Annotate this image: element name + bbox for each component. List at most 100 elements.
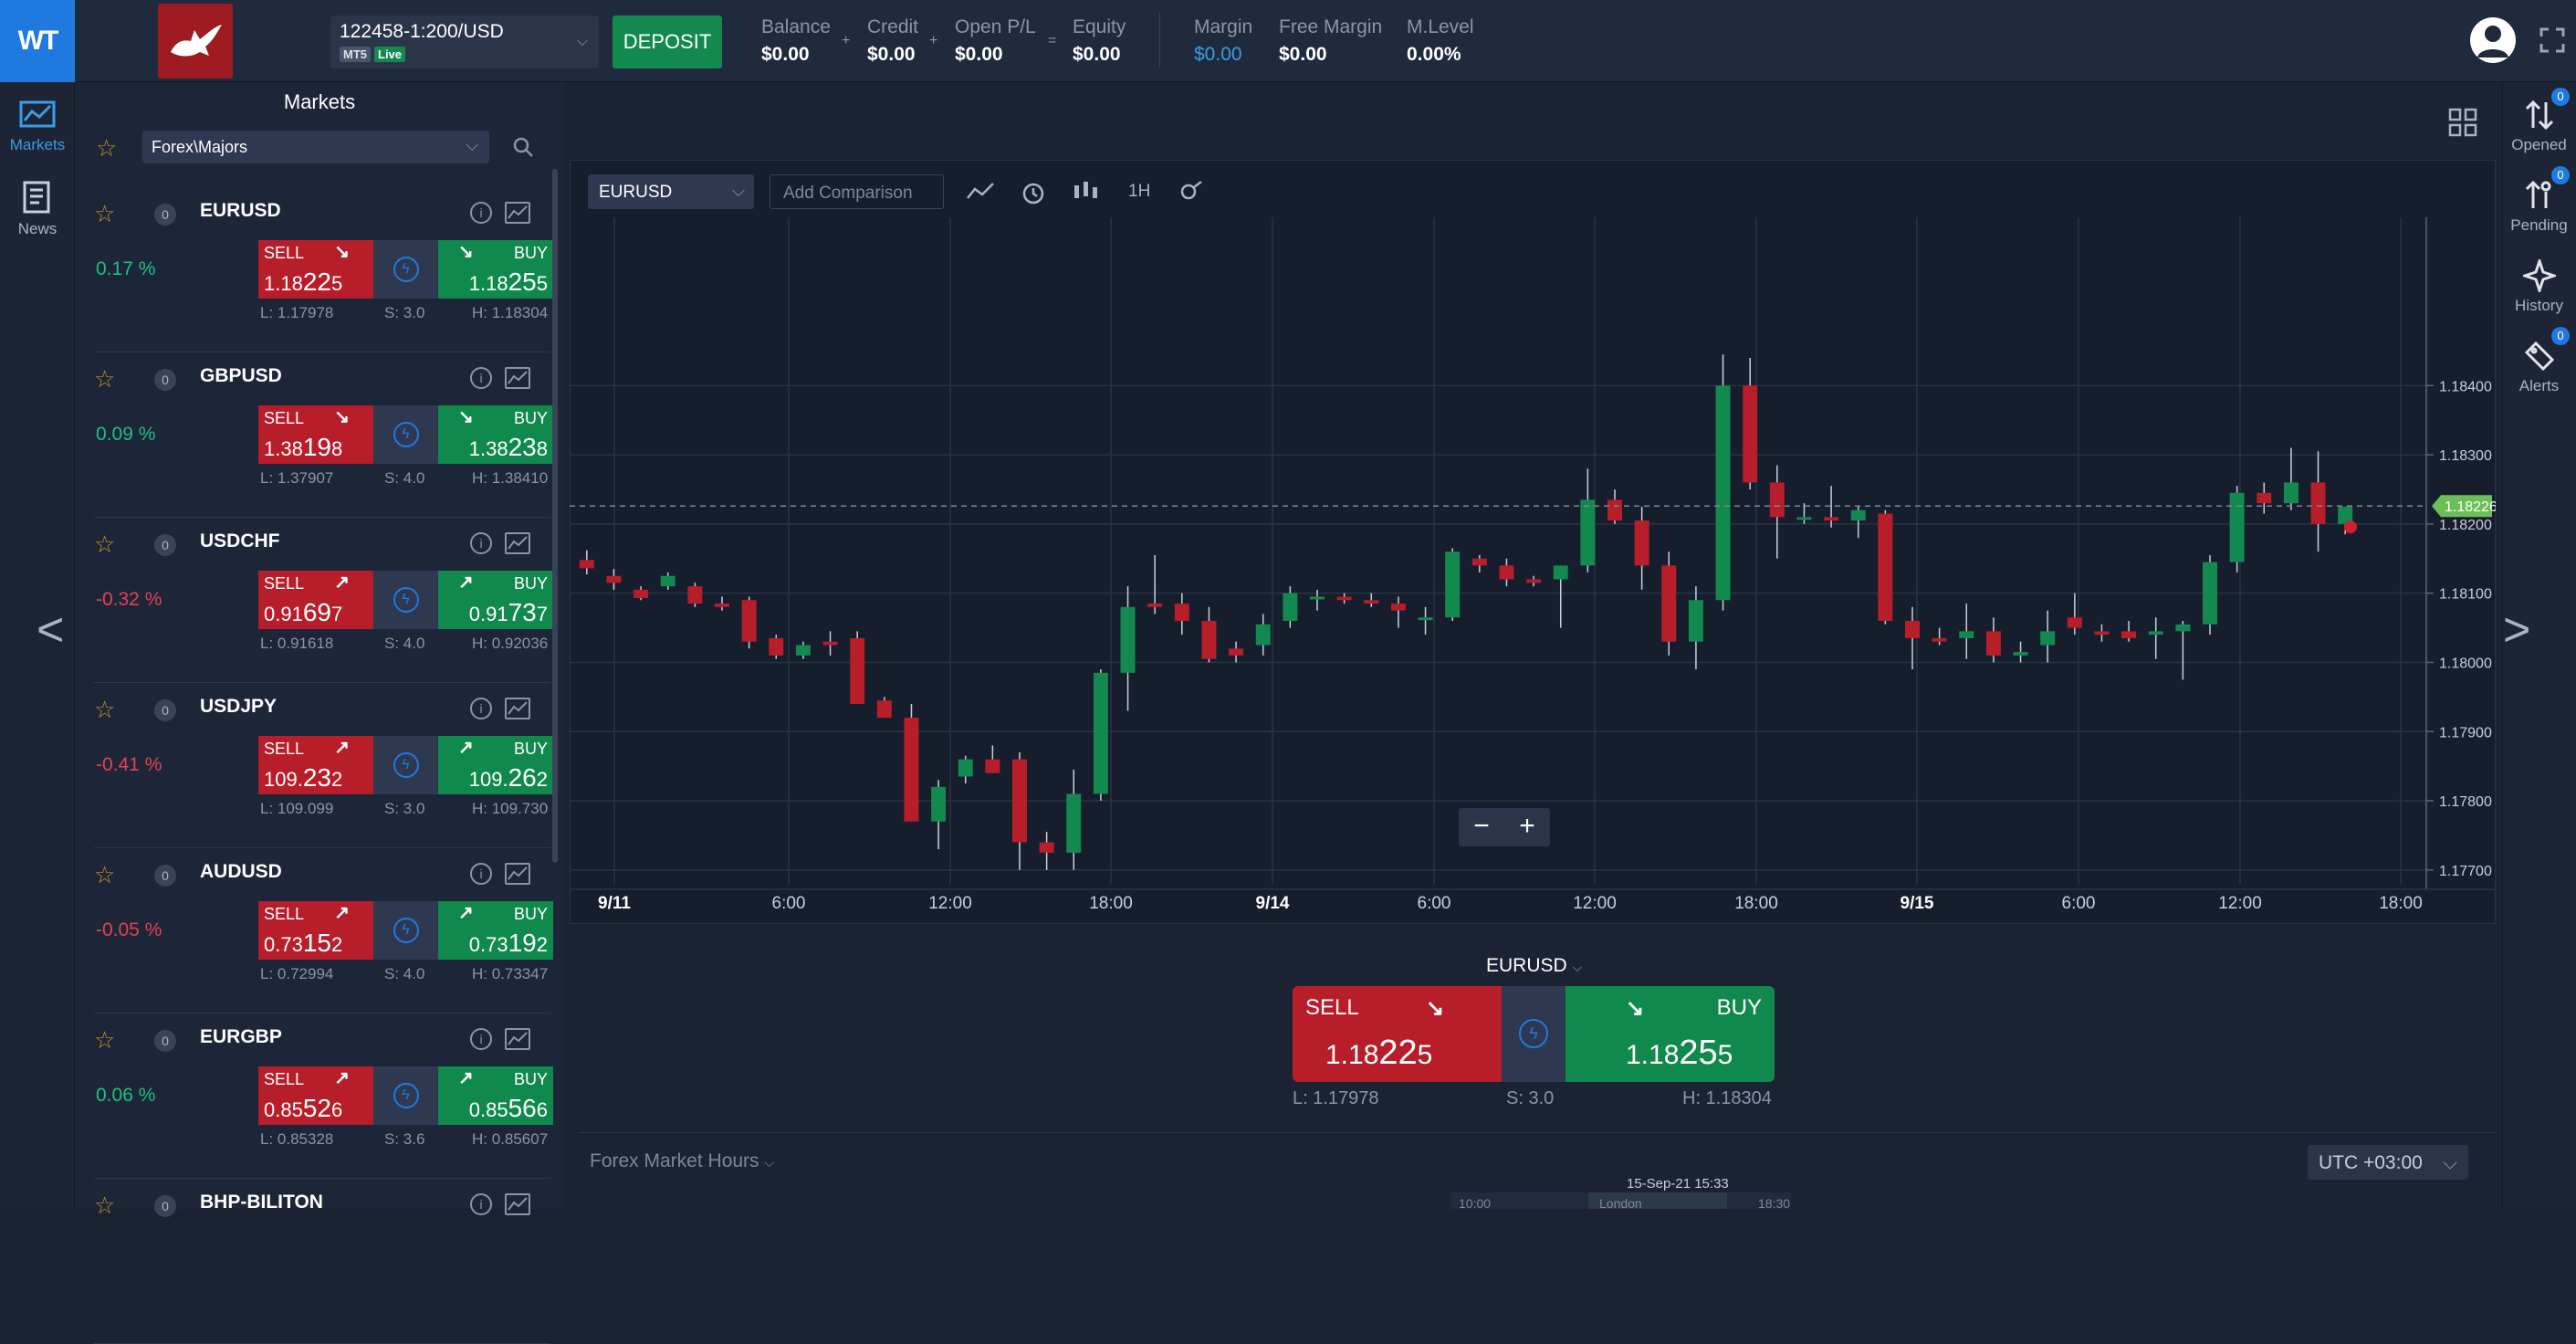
market-row[interactable]: ☆ 0 EURUSD i 0.17 % SELL ↘ 1.18225 ϟ BUY… [94, 187, 553, 352]
favorite-star-icon[interactable]: ☆ [94, 1192, 115, 1220]
low-price: L: 1.17978 [260, 304, 334, 321]
favorite-star-icon[interactable]: ☆ [94, 365, 115, 394]
one-click-trade-button[interactable]: ϟ [373, 1066, 438, 1125]
trend-arrow-icon: ↗ [458, 738, 474, 758]
pending-arrows-icon [2525, 180, 2550, 208]
mini-chart-icon[interactable] [505, 202, 530, 224]
history-nav[interactable]: History [2502, 257, 2576, 315]
layout-grid-icon[interactable] [2448, 108, 2477, 137]
market-row[interactable]: ☆ 0 USDCHF i -0.32 % SELL ↗ 0.91697 ϟ BU… [94, 518, 553, 683]
candle-body [1120, 606, 1136, 673]
forex-market-hours-toggle[interactable]: Forex Market Hours ⌵ [590, 1150, 774, 1172]
info-icon[interactable]: i [470, 698, 492, 719]
favorite-star-icon[interactable]: ☆ [94, 200, 115, 228]
sell-button[interactable]: SELL ↗ 0.73152 [258, 901, 373, 960]
one-click-trade-button[interactable]: ϟ [373, 405, 438, 464]
candle-body [795, 645, 811, 656]
market-row[interactable]: ☆ 0 BHP-BILITON i [94, 1179, 550, 1344]
mini-chart-icon[interactable] [505, 698, 530, 719]
drawing-tool-icon[interactable] [1178, 180, 1205, 209]
alarm-clock-icon[interactable] [1021, 180, 1046, 211]
candle-body [1012, 759, 1027, 843]
add-comparison-input[interactable]: Add Comparison [770, 174, 944, 209]
user-avatar-icon[interactable] [2470, 17, 2516, 63]
mini-chart-icon[interactable] [505, 532, 530, 554]
favorites-star-icon[interactable]: ☆ [96, 134, 117, 163]
account-selector[interactable]: 122458-1:200/USD MT5 Live ⌵ [330, 16, 599, 68]
buy-button[interactable]: BUY ↗ 0.73192 [438, 901, 553, 960]
one-click-trade-button[interactable]: ϟ [373, 901, 438, 960]
trade-sell-button[interactable]: SELL ↘ 1.18225 [1293, 986, 1502, 1082]
deposit-button[interactable]: DEPOSIT [613, 16, 722, 68]
chevron-down-icon: ⌵ [731, 182, 745, 201]
buy-button[interactable]: BUY ↗ 109.262 [438, 736, 553, 794]
sell-button[interactable]: SELL ↘ 1.38198 [258, 405, 373, 464]
one-click-trade-button[interactable]: ϟ [373, 240, 438, 299]
trade-buy-button[interactable]: BUY ↘ 1.18255 [1565, 986, 1775, 1082]
sell-button[interactable]: SELL ↘ 1.18225 [258, 240, 373, 299]
plus-sign: + [929, 33, 938, 48]
buy-button[interactable]: BUY ↘ 1.18255 [438, 240, 553, 299]
info-icon[interactable]: i [470, 202, 492, 224]
candle-body [1364, 600, 1379, 604]
plus-sign: + [842, 33, 851, 48]
timezone-select[interactable]: UTC +03:00 ⌵ [2308, 1145, 2468, 1180]
buy-button[interactable]: BUY ↘ 1.38238 [438, 405, 553, 464]
info-icon[interactable]: i [470, 863, 492, 885]
mini-chart-icon[interactable] [505, 1193, 530, 1215]
candle-body [931, 786, 947, 822]
search-icon[interactable] [512, 136, 534, 163]
zoom-in-button[interactable]: + [1504, 808, 1550, 846]
mini-chart-icon[interactable] [505, 863, 530, 885]
low-price: L: 1.37907 [260, 469, 334, 487]
high-price: H: 1.18304 [472, 304, 549, 321]
chart-icon [19, 100, 56, 128]
y-tick-label: 1.18300 [2439, 448, 2492, 464]
sell-button[interactable]: SELL ↗ 0.85526 [258, 1066, 373, 1125]
sell-button[interactable]: SELL ↗ 109.232 [258, 736, 373, 794]
favorite-star-icon[interactable]: ☆ [94, 696, 115, 724]
favorite-star-icon[interactable]: ☆ [94, 530, 115, 559]
fullscreen-icon[interactable] [2539, 27, 2565, 53]
daily-change: -0.32 % [96, 589, 162, 610]
one-click-trade-button[interactable]: ϟ [373, 736, 438, 794]
candle-body [1255, 624, 1271, 646]
trade-symbol-select[interactable]: EURUSD ⌵ [1486, 955, 1582, 977]
category-select[interactable]: Forex\Majors ⌵ [142, 131, 489, 163]
opened-positions-nav[interactable]: Opened 0 [2502, 88, 2576, 154]
mini-chart-icon[interactable] [505, 1028, 530, 1050]
markets-nav[interactable]: Markets [0, 100, 75, 154]
lightning-icon: ϟ [1519, 1019, 1548, 1048]
line-tool-icon[interactable] [966, 180, 997, 209]
timeframe-select[interactable]: 1H [1128, 182, 1150, 202]
buy-button[interactable]: BUY ↗ 0.85566 [438, 1066, 553, 1125]
favorite-star-icon[interactable]: ☆ [94, 1026, 115, 1055]
candle-body [1796, 517, 1812, 520]
collapse-left-arrow-icon[interactable]: < [37, 603, 64, 657]
markets-scrollbar[interactable] [552, 169, 558, 863]
pending-orders-nav[interactable]: Pending 0 [2502, 166, 2576, 235]
app-logo[interactable]: WT [0, 0, 75, 82]
news-nav[interactable]: News [0, 181, 75, 238]
market-row[interactable]: ☆ 0 GBPUSD i 0.09 % SELL ↘ 1.38198 ϟ BUY… [94, 352, 553, 518]
info-icon[interactable]: i [470, 367, 492, 389]
favorite-star-icon[interactable]: ☆ [94, 861, 115, 889]
buy-button[interactable]: BUY ↗ 0.91737 [438, 571, 553, 629]
candlestick-type-icon[interactable] [1072, 180, 1099, 209]
market-row[interactable]: ☆ 0 AUDUSD i -0.05 % SELL ↗ 0.73152 ϟ BU… [94, 848, 553, 1013]
market-row[interactable]: ☆ 0 USDJPY i -0.41 % SELL ↗ 109.232 ϟ BU… [94, 683, 553, 848]
info-icon[interactable]: i [470, 1193, 492, 1215]
alerts-nav[interactable]: Alerts 0 [2502, 327, 2576, 395]
one-click-trade-button[interactable]: ϟ [1502, 986, 1565, 1082]
sell-button[interactable]: SELL ↗ 0.91697 [258, 571, 373, 629]
trend-arrow-icon: ↘ [458, 242, 474, 262]
one-click-trade-button[interactable]: ϟ [373, 571, 438, 629]
chart-symbol-select[interactable]: EURUSD ⌵ [588, 174, 754, 209]
info-icon[interactable]: i [470, 532, 492, 554]
spread: S: 4.0 [384, 965, 425, 982]
info-icon[interactable]: i [470, 1028, 492, 1050]
zoom-out-button[interactable]: − [1459, 808, 1504, 846]
mini-chart-icon[interactable] [505, 367, 530, 389]
expand-right-arrow-icon[interactable]: > [2503, 603, 2530, 657]
market-row[interactable]: ☆ 0 EURGBP i 0.06 % SELL ↗ 0.85526 ϟ BUY… [94, 1013, 553, 1179]
